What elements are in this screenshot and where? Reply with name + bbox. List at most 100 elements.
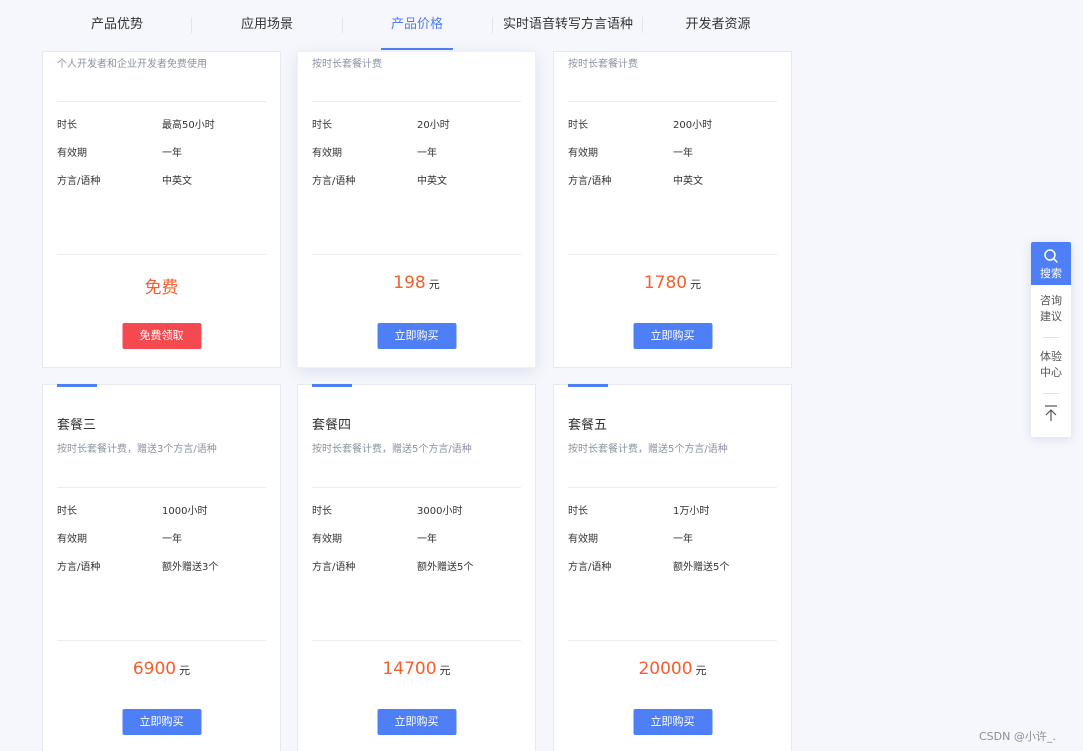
package-desc: 按时长套餐计费，赠送5个方言/语种 bbox=[312, 444, 472, 455]
divider bbox=[57, 487, 266, 488]
package-price: 免费 bbox=[43, 273, 280, 298]
spec-validity: 有效期 一年 bbox=[57, 530, 267, 545]
spec-value: 中英文 bbox=[417, 176, 447, 187]
claim-free-button[interactable]: 免费领取 bbox=[122, 323, 201, 349]
tab-developer-resources[interactable]: 开发者资源 bbox=[643, 0, 793, 51]
toolbar-divider bbox=[1043, 337, 1059, 338]
spec-validity: 有效期 一年 bbox=[568, 530, 778, 545]
spec-label: 方言/语种 bbox=[568, 176, 612, 187]
spec-value: 一年 bbox=[417, 148, 437, 159]
accent-bar bbox=[312, 384, 352, 387]
package-card-standard: 按时长套餐计费 时长 200小时 有效期 一年 方言/语种 中英文 1780 元 立即购… bbox=[553, 51, 792, 368]
spec-dialect: 方言/语种 中英文 bbox=[312, 172, 522, 187]
spec-value: 20小时 bbox=[417, 120, 450, 131]
price-unit: 元 bbox=[428, 278, 440, 291]
spec-label: 有效期 bbox=[57, 534, 87, 545]
spec-label: 有效期 bbox=[568, 148, 598, 159]
divider bbox=[312, 487, 521, 488]
package-card-free: 个人开发者和企业开发者免费使用 时长 最高50小时 有效期 一年 方言/语种 中英文 … bbox=[42, 51, 281, 368]
price-value: 1780 bbox=[643, 273, 688, 293]
spec-value: 额外赠送5个 bbox=[673, 562, 730, 573]
back-to-top-button[interactable] bbox=[1031, 400, 1071, 428]
divider bbox=[568, 640, 777, 641]
spec-validity: 有效期 一年 bbox=[312, 530, 522, 545]
experience-label-line2: 中心 bbox=[1040, 366, 1062, 379]
spec-label: 时长 bbox=[57, 120, 77, 131]
experience-label-line1: 体验 bbox=[1040, 350, 1062, 363]
spec-label: 时长 bbox=[568, 120, 588, 131]
divider bbox=[57, 640, 266, 641]
experience-center-button[interactable]: 体验 中心 bbox=[1031, 349, 1071, 381]
package-card-4: 套餐四 按时长套餐计费，赠送5个方言/语种 时长 3000小时 有效期 一年 方言/… bbox=[297, 384, 536, 751]
spec-label: 有效期 bbox=[312, 534, 342, 545]
price-value: 14700 bbox=[382, 659, 437, 679]
spec-value: 一年 bbox=[673, 148, 693, 159]
divider bbox=[312, 640, 521, 641]
spec-duration: 时长 1万小时 bbox=[568, 502, 778, 517]
divider bbox=[57, 101, 266, 102]
spec-dialect: 方言/语种 额外赠送3个 bbox=[57, 558, 267, 573]
tab-product-advantages[interactable]: 产品优势 bbox=[42, 0, 192, 51]
package-price: 6900 元 bbox=[43, 659, 280, 679]
tab-realtime-dialects[interactable]: 实时语音转写方言语种 bbox=[493, 0, 643, 51]
top-nav: 产品优势 应用场景 产品价格 实时语音转写方言语种 开发者资源 bbox=[0, 0, 1083, 51]
spec-validity: 有效期 一年 bbox=[568, 144, 778, 159]
consult-suggest-button[interactable]: 咨询 建议 bbox=[1031, 293, 1071, 325]
csdn-watermark: CSDN @小许_. bbox=[979, 730, 1056, 743]
divider bbox=[312, 101, 521, 102]
buy-now-button[interactable]: 立即购买 bbox=[377, 323, 456, 349]
spec-duration: 时长 最高50小时 bbox=[57, 116, 267, 131]
spec-label: 有效期 bbox=[568, 534, 598, 545]
search-button[interactable]: 搜索 bbox=[1031, 242, 1071, 285]
tab-product-pricing[interactable]: 产品价格 bbox=[342, 0, 492, 51]
search-icon bbox=[1044, 249, 1058, 263]
buy-now-button[interactable]: 立即购买 bbox=[633, 709, 712, 735]
spec-value: 一年 bbox=[162, 148, 182, 159]
spec-label: 方言/语种 bbox=[57, 176, 101, 187]
spec-label: 时长 bbox=[312, 120, 332, 131]
spec-dialect: 方言/语种 中英文 bbox=[57, 172, 267, 187]
toolbar-divider bbox=[1043, 393, 1059, 394]
package-desc: 个人开发者和企业开发者免费使用 bbox=[57, 59, 207, 70]
package-desc: 按时长套餐计费，赠送5个方言/语种 bbox=[568, 444, 728, 455]
price-unit: 元 bbox=[439, 664, 451, 677]
consult-label-line2: 建议 bbox=[1040, 310, 1062, 323]
consult-label-line1: 咨询 bbox=[1040, 294, 1062, 307]
spec-value: 中英文 bbox=[673, 176, 703, 187]
spec-value: 一年 bbox=[162, 534, 182, 545]
spec-dialect: 方言/语种 额外赠送5个 bbox=[312, 558, 522, 573]
tab-application-scenarios[interactable]: 应用场景 bbox=[192, 0, 342, 51]
spec-value: 额外赠送3个 bbox=[162, 562, 219, 573]
spec-duration: 时长 200小时 bbox=[568, 116, 778, 131]
accent-bar bbox=[57, 384, 97, 387]
price-unit: 元 bbox=[695, 664, 707, 677]
price-unit: 元 bbox=[179, 664, 191, 677]
floating-toolbar: 搜索 咨询 建议 体验 中心 bbox=[1031, 242, 1071, 437]
spec-label: 方言/语种 bbox=[568, 562, 612, 573]
spec-dialect: 方言/语种 中英文 bbox=[568, 172, 778, 187]
spec-value: 一年 bbox=[417, 534, 437, 545]
price-value: 20000 bbox=[638, 659, 693, 679]
search-label: 搜索 bbox=[1040, 267, 1062, 280]
divider bbox=[312, 254, 521, 255]
price-value: 198 bbox=[393, 273, 426, 293]
spec-value: 最高50小时 bbox=[162, 120, 215, 131]
buy-now-button[interactable]: 立即购买 bbox=[122, 709, 201, 735]
spec-duration: 时长 20小时 bbox=[312, 116, 522, 131]
package-title: 套餐四 bbox=[312, 418, 352, 433]
accent-bar bbox=[568, 384, 608, 387]
package-card-5: 套餐五 按时长套餐计费，赠送5个方言/语种 时长 1万小时 有效期 一年 方言/语种… bbox=[553, 384, 792, 751]
spec-value: 一年 bbox=[673, 534, 693, 545]
package-title: 套餐三 bbox=[57, 418, 97, 433]
price-unit: 元 bbox=[690, 278, 702, 291]
spec-label: 有效期 bbox=[312, 148, 342, 159]
package-price: 20000 元 bbox=[554, 659, 791, 679]
package-price: 1780 元 bbox=[554, 273, 791, 293]
spec-validity: 有效期 一年 bbox=[57, 144, 267, 159]
price-value: 免费 bbox=[144, 278, 179, 298]
buy-now-button[interactable]: 立即购买 bbox=[377, 709, 456, 735]
divider bbox=[57, 254, 266, 255]
buy-now-button[interactable]: 立即购买 bbox=[633, 323, 712, 349]
divider bbox=[568, 254, 777, 255]
spec-value: 3000小时 bbox=[417, 506, 463, 517]
